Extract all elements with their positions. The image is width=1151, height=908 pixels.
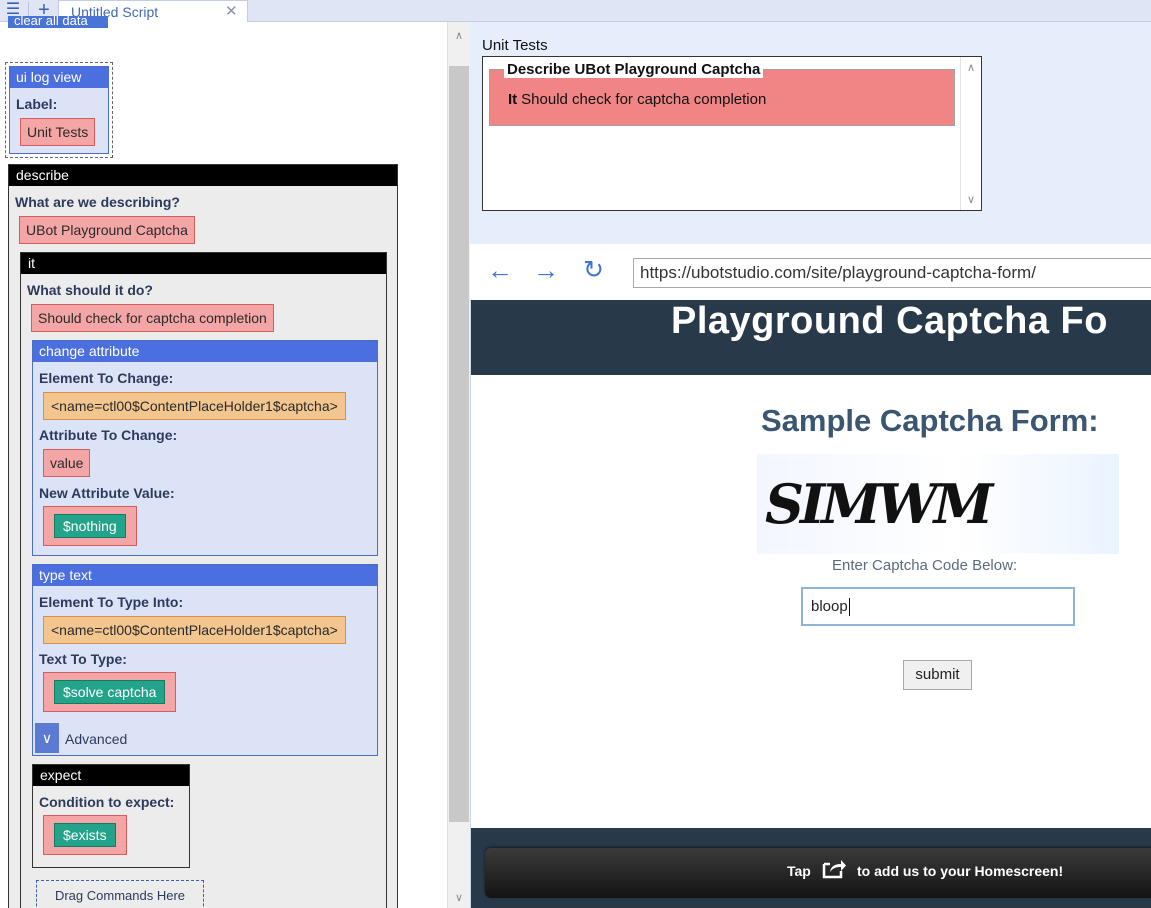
it-result-line: It Should check for captcha completion — [508, 91, 766, 108]
scroll-up-icon[interactable]: ∧ — [453, 30, 465, 42]
expect-header[interactable]: expect — [33, 765, 189, 786]
unit-tests-area: Unit Tests Describe UBot Playground Capt… — [470, 22, 1151, 244]
describe-result-group: Describe UBot Playground Captcha It Shoul… — [489, 61, 955, 126]
advanced-label[interactable]: Advanced — [65, 731, 127, 747]
homescreen-tap-text: Tap — [787, 863, 811, 879]
type-text-header[interactable]: type text — [33, 565, 377, 586]
new-attribute-value-caption: New Attribute Value: — [39, 485, 175, 501]
element-to-change-caption: Element To Change: — [39, 370, 174, 386]
ui-log-view-command-selection: ui log view Label: Unit Tests — [5, 62, 113, 158]
unit-tests-scrollbar[interactable]: ∧ ∨ — [960, 57, 981, 210]
new-attribute-value-field[interactable]: $nothing — [43, 506, 137, 546]
ui-log-view-header[interactable]: ui log view — [10, 67, 108, 88]
change-attribute-header[interactable]: change attribute — [33, 341, 377, 362]
text-to-type-field[interactable]: $solve captcha — [43, 672, 177, 712]
add-to-homescreen-banner[interactable]: Tap to add us to your Homescreen! — [485, 848, 1151, 898]
homescreen-message: to add us to your Homescreen! — [857, 863, 1064, 879]
reload-icon[interactable]: ↻ — [583, 256, 604, 284]
text-caret — [848, 598, 850, 617]
attribute-to-change-field[interactable]: value — [43, 449, 91, 477]
captcha-glyphs: SIMWM — [765, 472, 993, 536]
arrow-left-icon[interactable]: ← — [487, 256, 513, 284]
label-value-field[interactable]: Unit Tests — [20, 118, 96, 146]
describe-caption: What are we describing? — [15, 194, 180, 210]
expect-command[interactable]: expect Condition to expect: $exists — [32, 764, 190, 868]
clear-all-data-command[interactable]: clear all data — [8, 16, 108, 28]
captcha-image: SIMWM — [757, 454, 1119, 554]
attribute-to-change-caption: Attribute To Change: — [39, 427, 178, 443]
label-caption: Label: — [16, 96, 58, 112]
share-icon — [822, 860, 846, 879]
element-to-type-into-field[interactable]: <name=ctl00$ContentPlaceHolder1$captcha> — [43, 616, 346, 644]
captcha-caption: Enter Captcha Code Below: — [832, 557, 1018, 574]
variable-chip-exists[interactable]: $exists — [54, 823, 116, 847]
tab-bar: ☰ + Untitled Script ✕ — [0, 0, 1151, 22]
site-header: Playground Captcha Fo — [471, 300, 1151, 375]
it-result-text: Should check for captcha completion — [521, 91, 767, 108]
script-editor-pane: clear all data ui log view Label: Unit T… — [0, 16, 447, 908]
change-attribute-command[interactable]: change attribute Element To Change: <nam… — [32, 340, 378, 556]
it-value-field[interactable]: Should check for captcha completion — [31, 304, 274, 332]
condition-to-expect-caption: Condition to expect: — [39, 794, 175, 810]
ui-log-view-command[interactable]: ui log view Label: Unit Tests — [9, 66, 109, 154]
unit-tests-title: Unit Tests — [482, 37, 548, 54]
scrollbar-thumb[interactable] — [449, 66, 469, 822]
type-text-command[interactable]: type text Element To Type Into: <name=ct… — [32, 564, 378, 756]
describe-result-legend: Describe UBot Playground Captcha — [504, 61, 764, 78]
browser-navbar: ← → ↻ https://ubotstudio.com/site/playgr… — [470, 244, 1151, 300]
it-command[interactable]: it What should it do? Should check for c… — [20, 252, 387, 908]
describe-value-field[interactable]: UBot Playground Captcha — [19, 216, 195, 244]
form-heading: Sample Captcha Form: — [761, 403, 1099, 438]
it-caption: What should it do? — [27, 282, 153, 298]
browser-viewport: Playground Captcha Fo Sample Captcha For… — [470, 300, 1151, 908]
captcha-input[interactable]: bloop — [801, 587, 1075, 626]
element-to-type-into-caption: Element To Type Into: — [39, 594, 184, 610]
describe-command[interactable]: describe What are we describing? UBot Pl… — [8, 164, 398, 908]
element-to-change-field[interactable]: <name=ctl00$ContentPlaceHolder1$captcha> — [43, 392, 346, 420]
variable-chip-nothing[interactable]: $nothing — [54, 514, 126, 538]
editor-scrollbar[interactable]: ∧ ∨ — [447, 22, 470, 908]
condition-to-expect-field[interactable]: $exists — [43, 815, 127, 855]
url-input[interactable]: https://ubotstudio.com/site/playground-c… — [633, 258, 1151, 288]
it-result-label: It — [508, 91, 518, 108]
page-heading: Playground Captcha Fo — [671, 300, 1108, 342]
close-icon[interactable]: ✕ — [225, 2, 238, 20]
drag-commands-dropzone[interactable]: Drag Commands Here — [36, 880, 204, 908]
chevron-down-icon[interactable]: ∨ — [35, 723, 59, 753]
scroll-down-icon[interactable]: ∨ — [965, 194, 977, 206]
preview-pane: Unit Tests Describe UBot Playground Capt… — [470, 22, 1151, 908]
arrow-right-icon[interactable]: → — [533, 256, 559, 284]
unit-tests-log: Describe UBot Playground Captcha It Shoul… — [482, 56, 982, 211]
variable-chip-solve-captcha[interactable]: $solve captcha — [54, 680, 166, 704]
it-header[interactable]: it — [21, 253, 386, 274]
scroll-up-icon[interactable]: ∧ — [965, 62, 977, 74]
text-to-type-caption: Text To Type: — [39, 651, 127, 667]
site-footer: Tap to add us to your Homescreen! — [471, 828, 1151, 908]
submit-button[interactable]: submit — [903, 660, 972, 690]
scroll-down-icon[interactable]: ∨ — [453, 892, 465, 904]
describe-header[interactable]: describe — [9, 165, 397, 186]
captcha-input-value: bloop — [811, 598, 848, 615]
